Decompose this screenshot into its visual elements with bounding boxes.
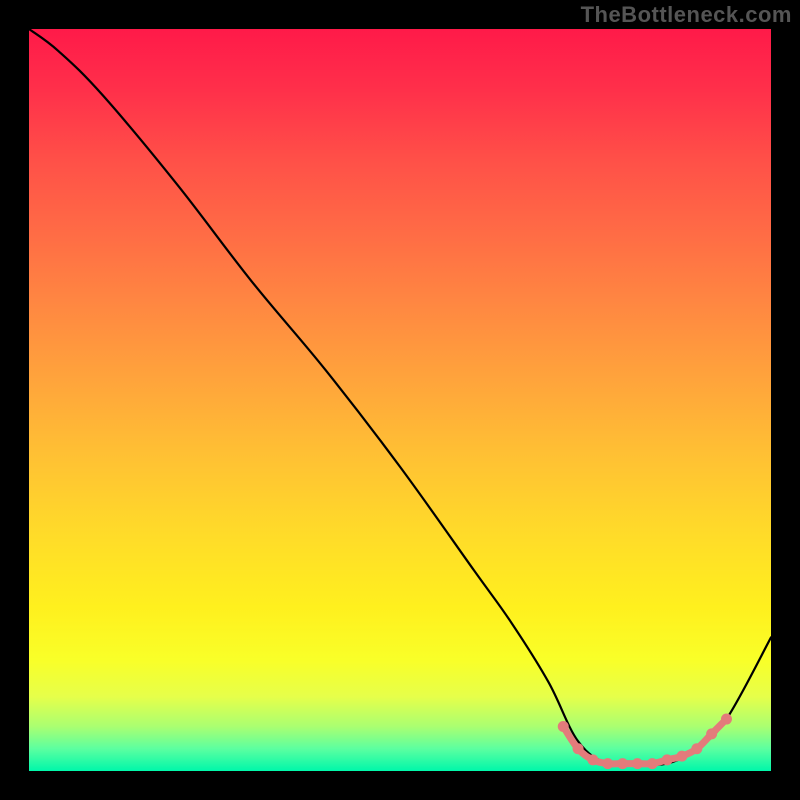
optimal-range-dot [602,758,613,769]
optimal-range-dot [706,728,717,739]
optimal-range-dot [662,754,673,765]
watermark-text: TheBottleneck.com [581,2,792,28]
optimal-range-dot [647,758,658,769]
optimal-range-dot [632,758,643,769]
optimal-range-dot [587,754,598,765]
optimal-range-dot [558,721,569,732]
optimal-range-dot [573,743,584,754]
chart-svg [29,29,771,771]
bottleneck-curve [29,29,771,765]
plot-area [29,29,771,771]
optimal-range-line [563,719,726,764]
optimal-range-dot [617,758,628,769]
optimal-range-dot [721,714,732,725]
chart-frame: TheBottleneck.com [0,0,800,800]
optimal-range-dot [691,743,702,754]
optimal-range-dot [676,751,687,762]
